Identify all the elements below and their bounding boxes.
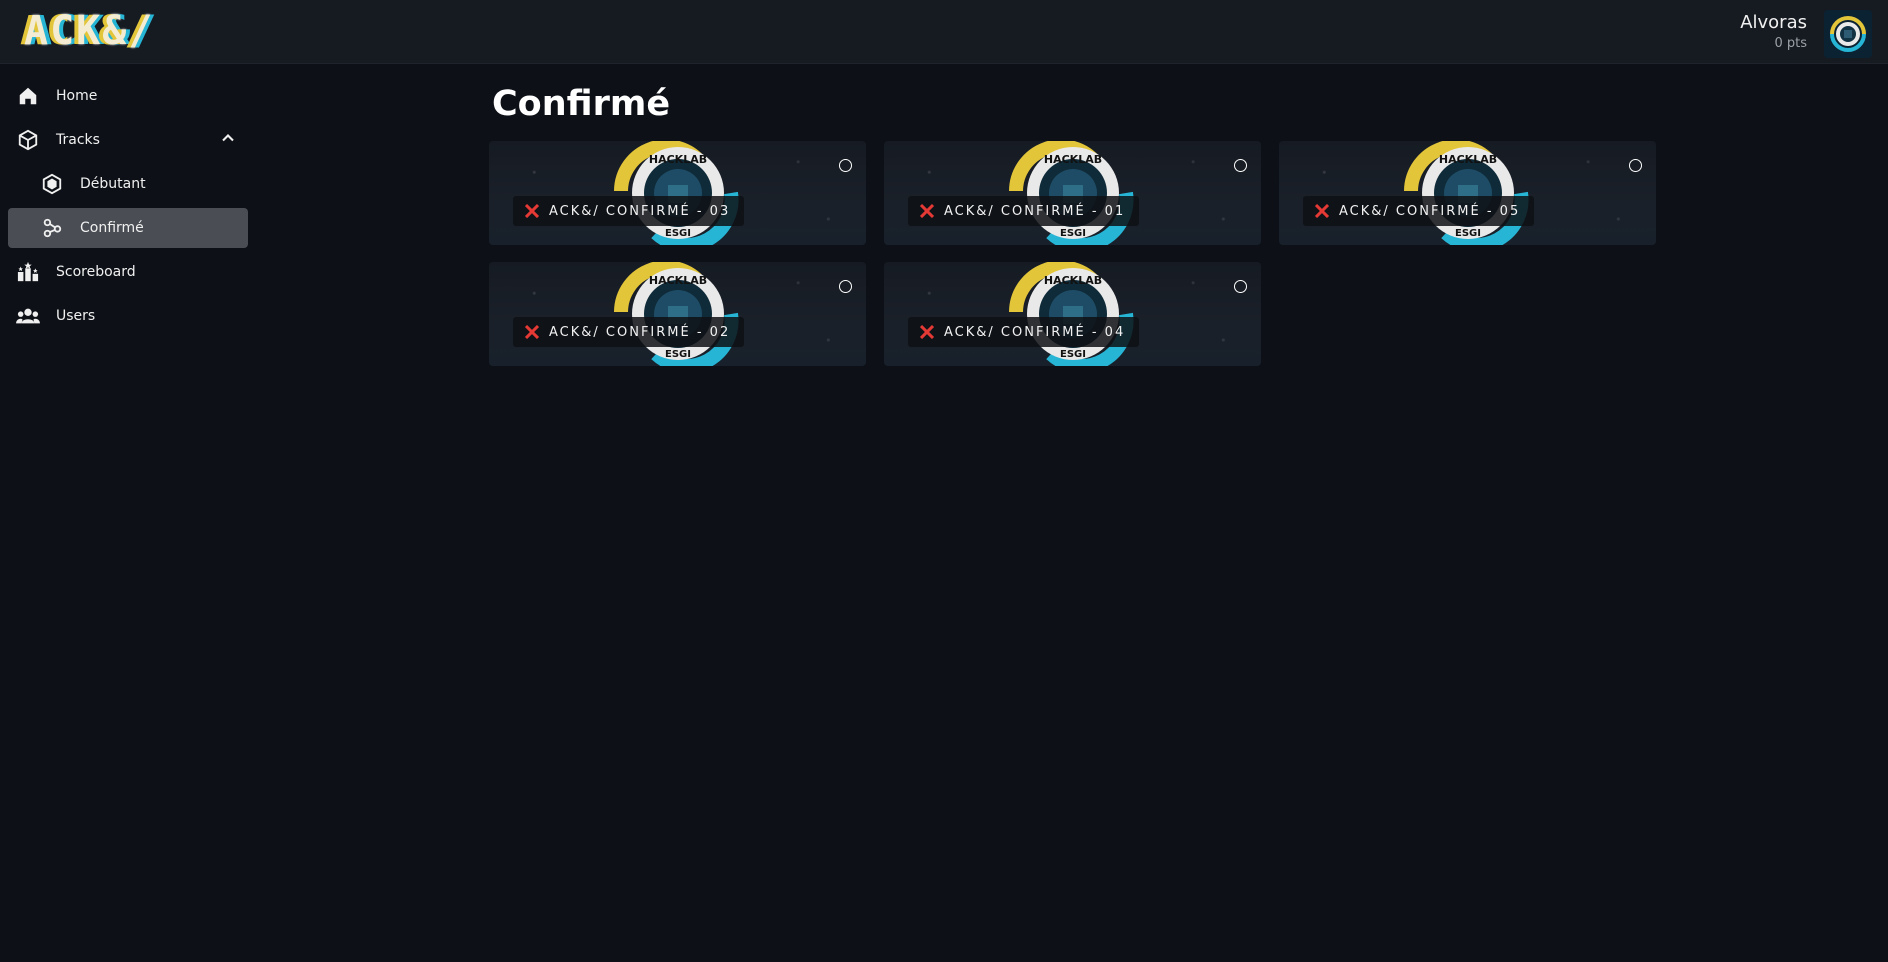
challenge-label: ACK&/ CONFIRMÉ - 05 xyxy=(1303,196,1535,226)
podium-icon xyxy=(16,260,40,284)
user-points: 0 pts xyxy=(1774,36,1807,51)
sidebar-item-confirme[interactable]: Confirmé xyxy=(8,208,248,248)
svg-text:ESGI: ESGI xyxy=(665,349,691,360)
challenge-label: ACK&/ CONFIRMÉ - 01 xyxy=(908,196,1140,226)
challenge-card[interactable]: HACKLAB ESGI ACK&/ CONFIRMÉ - 03 xyxy=(489,141,866,245)
user-name[interactable]: Alvoras xyxy=(1740,12,1807,33)
sidebar-item-label: Confirmé xyxy=(80,220,144,236)
hacklab-logo-image: HACKLAB ESGI xyxy=(601,141,756,245)
challenge-label: ACK&/ CONFIRMÉ - 04 xyxy=(908,317,1140,347)
unsolved-status-icon xyxy=(1234,280,1247,293)
top-bar: ACK&/ Alvoras 0 pts xyxy=(0,0,1888,64)
sidebar-item-scoreboard[interactable]: Scoreboard xyxy=(8,252,248,292)
challenge-label: ACK&/ CONFIRMÉ - 03 xyxy=(513,196,745,226)
sidebar-item-tracks[interactable]: Tracks xyxy=(8,120,248,160)
hacklab-logo-image: HACKLAB ESGI xyxy=(601,262,756,366)
hacklab-logo-image: HACKLAB ESGI xyxy=(996,141,1151,245)
user-avatar[interactable] xyxy=(1824,10,1872,58)
challenge-title: ACK&/ CONFIRMÉ - 01 xyxy=(944,203,1126,219)
svg-text:ESGI: ESGI xyxy=(1060,228,1086,239)
unsolved-status-icon xyxy=(839,280,852,293)
sidebar-item-label: Scoreboard xyxy=(56,264,136,280)
sidebar-item-label: Tracks xyxy=(56,132,100,148)
home-icon xyxy=(16,84,40,108)
challenge-card[interactable]: HACKLAB ESGI ACK&/ CONFIRMÉ - 04 xyxy=(884,262,1261,366)
page-title: Confirmé xyxy=(492,84,671,124)
svg-text:HACKLAB: HACKLAB xyxy=(649,274,707,287)
crossed-swords-icon xyxy=(525,204,539,218)
hacklab-logo-image: HACKLAB ESGI xyxy=(1391,141,1546,245)
svg-text:HACKLAB: HACKLAB xyxy=(1439,153,1497,166)
svg-text:ESGI: ESGI xyxy=(1455,228,1481,239)
unsolved-status-icon xyxy=(1629,159,1642,172)
challenge-label: ACK&/ CONFIRMÉ - 02 xyxy=(513,317,745,347)
users-icon xyxy=(16,304,40,328)
crossed-swords-icon xyxy=(1315,204,1329,218)
sidebar-item-label: Home xyxy=(56,88,98,104)
svg-text:ESGI: ESGI xyxy=(1060,349,1086,360)
svg-text:ESGI: ESGI xyxy=(665,228,691,239)
challenge-title: ACK&/ CONFIRMÉ - 05 xyxy=(1339,203,1521,219)
challenge-card[interactable]: HACKLAB ESGI ACK&/ CONFIRMÉ - 02 xyxy=(489,262,866,366)
sidebar-item-users[interactable]: Users xyxy=(8,296,248,336)
challenge-title: ACK&/ CONFIRMÉ - 04 xyxy=(944,324,1126,340)
challenge-card[interactable]: HACKLAB ESGI ACK&/ CONFIRMÉ - 05 xyxy=(1279,141,1656,245)
crossed-swords-icon xyxy=(920,325,934,339)
app-logo[interactable]: ACK&/ xyxy=(24,10,154,52)
svg-text:HACKLAB: HACKLAB xyxy=(1044,153,1102,166)
hacklab-logo-image: HACKLAB ESGI xyxy=(996,262,1151,366)
challenge-title: ACK&/ CONFIRMÉ - 03 xyxy=(549,203,731,219)
svg-text:HACKLAB: HACKLAB xyxy=(1044,274,1102,287)
unsolved-status-icon xyxy=(839,159,852,172)
svg-text:HACKLAB: HACKLAB xyxy=(649,153,707,166)
unsolved-status-icon xyxy=(1234,159,1247,172)
sidebar-item-label: Users xyxy=(56,308,96,324)
hexagon-icon xyxy=(40,172,64,196)
challenge-card[interactable]: HACKLAB ESGI ACK&/ CONFIRMÉ - 01 xyxy=(884,141,1261,245)
sidebar-item-home[interactable]: Home xyxy=(8,76,248,116)
sidebar-item-debutant[interactable]: Débutant xyxy=(8,164,248,204)
cube-icon xyxy=(16,128,40,152)
chevron-up-icon[interactable] xyxy=(218,128,238,152)
challenge-title: ACK&/ CONFIRMÉ - 02 xyxy=(549,324,731,340)
crossed-swords-icon xyxy=(525,325,539,339)
sidebar-item-label: Débutant xyxy=(80,176,146,192)
crossed-swords-icon xyxy=(920,204,934,218)
molecule-icon xyxy=(40,216,64,240)
